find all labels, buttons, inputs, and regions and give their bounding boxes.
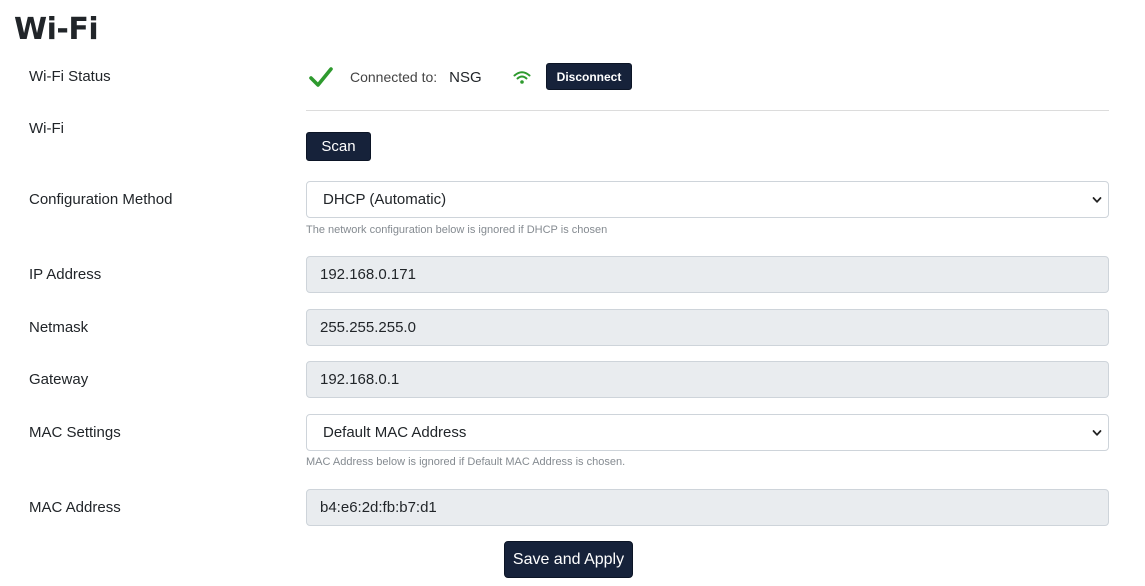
disconnect-button[interactable]: Disconnect (546, 63, 632, 90)
netmask-value: 255.255.255.0 (320, 319, 416, 336)
gateway-field[interactable]: 192.168.0.1 (306, 361, 1109, 398)
configuration-method-label: Configuration Method (29, 191, 173, 208)
wifi-status-label: Wi-Fi Status (29, 68, 111, 85)
gateway-label: Gateway (29, 371, 89, 388)
chevron-down-icon (1092, 197, 1102, 203)
netmask-field[interactable]: 255.255.255.0 (306, 309, 1109, 346)
configuration-method-help: The network configuration below is ignor… (306, 224, 608, 236)
configuration-method-value: DHCP (Automatic) (323, 191, 447, 208)
divider (306, 110, 1109, 111)
mac-settings-value: Default MAC Address (323, 424, 467, 441)
wifi-label: Wi-Fi (29, 120, 64, 137)
connected-to-label: Connected to: (350, 69, 438, 85)
ip-address-label: IP Address (29, 266, 102, 283)
save-and-apply-button[interactable]: Save and Apply (504, 541, 633, 578)
mac-settings-label: MAC Settings (29, 424, 121, 441)
mac-settings-select[interactable]: Default MAC Address (306, 414, 1109, 451)
scan-button[interactable]: Scan (306, 132, 371, 161)
page-title: Wi-Fi (14, 12, 99, 47)
mac-settings-help: MAC Address below is ignored if Default … (306, 456, 626, 468)
mac-address-label: MAC Address (29, 499, 121, 516)
check-icon (309, 67, 333, 87)
chevron-down-icon (1092, 430, 1102, 436)
netmask-label: Netmask (29, 319, 89, 336)
gateway-value: 192.168.0.1 (320, 371, 400, 388)
ip-address-value: 192.168.0.171 (320, 266, 416, 283)
mac-address-value: b4:e6:2d:fb:b7:d1 (320, 499, 437, 516)
wifi-signal-icon (513, 71, 531, 84)
connected-ssid: NSG (449, 68, 482, 86)
ip-address-field[interactable]: 192.168.0.171 (306, 256, 1109, 293)
mac-address-field[interactable]: b4:e6:2d:fb:b7:d1 (306, 489, 1109, 526)
connection-status: Connected to: NSG (306, 62, 532, 92)
configuration-method-select[interactable]: DHCP (Automatic) (306, 181, 1109, 218)
